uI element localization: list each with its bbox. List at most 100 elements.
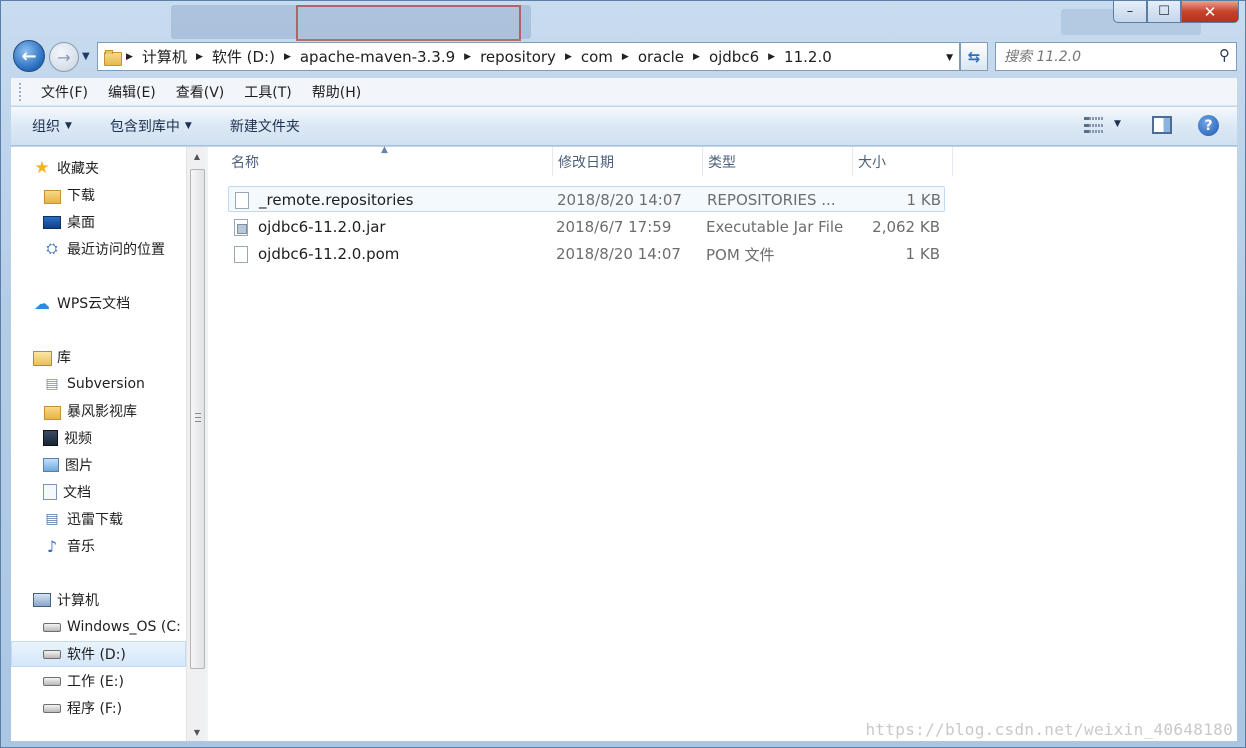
close-button[interactable]: ✕ [1181,1,1239,23]
nav-favorites[interactable]: ★ 收藏夹 [33,155,186,181]
title-bar[interactable]: – ☐ ✕ [1,1,1245,41]
refresh-button[interactable]: ⇆ [960,42,988,71]
breadcrumb-sep-root[interactable]: ▶ [126,52,142,62]
breadcrumb-oracle[interactable]: oracle [638,48,684,66]
view-line [1084,130,1104,133]
drive-icon [43,703,61,713]
nav-item-videos[interactable]: 视频 [43,425,186,451]
breadcrumb-drive-d[interactable]: 软件 (D:) [212,46,275,67]
file-type: POM 文件 [706,245,775,264]
nav-item-recent[interactable]: ⛭ 最近访问的位置 [43,236,186,262]
breadcrumb-maven[interactable]: apache-maven-3.3.9 [300,48,455,66]
nav-item-label: 程序 (F:) [67,701,123,717]
folder-icon [43,403,61,420]
nav-pane-scrollbar[interactable]: ▲ ▼ [186,147,206,741]
breadcrumb-item: 11.2.0 [784,48,832,66]
column-header-modified[interactable]: 修改日期 [553,147,703,176]
organize-button[interactable]: 组织 ▼ [23,116,81,136]
table-row[interactable]: ojdbc6-11.2.0.pom 2018/8/20 14:07 POM 文件… [228,241,945,267]
breadcrumb-repository[interactable]: repository [480,48,556,66]
nav-item-drive-d[interactable]: 软件 (D:) [11,641,186,667]
address-history-dropdown[interactable]: ▼ [946,53,953,63]
file-name-cell: ojdbc6-11.2.0.jar [234,214,544,240]
file-modified: 2018/8/20 14:07 [556,245,681,263]
nav-item-label: 暴风影视库 [67,404,137,420]
nav-item-baofeng[interactable]: 暴风影视库 [43,398,186,424]
file-name: _remote.repositories [259,191,414,209]
table-row[interactable]: ojdbc6-11.2.0.jar 2018/6/7 17:59 Executa… [228,214,945,240]
nav-computer[interactable]: 计算机 [33,587,186,613]
back-button[interactable]: ← [13,40,45,72]
scroll-up-arrow-icon[interactable]: ▲ [187,147,207,165]
breadcrumb-item: 软件 (D:) ▶ [212,46,300,67]
menu-tools[interactable]: 工具(T) [234,82,301,102]
include-in-library-button[interactable]: 包含到库中 ▼ [101,116,201,136]
nav-item-pictures[interactable]: 图片 [43,452,186,478]
nav-item-documents[interactable]: 文档 [43,479,186,505]
new-folder-button[interactable]: 新建文件夹 [221,116,309,136]
menu-file[interactable]: 文件(F) [31,82,98,102]
pictures-library-icon [43,458,59,472]
chevron-right-icon[interactable]: ▶ [196,52,203,62]
chevron-right-icon[interactable]: ▶ [565,52,572,62]
column-header-name[interactable]: 名称 ▲ [208,145,553,176]
nav-item-drive-c[interactable]: Windows_OS (C: [43,614,186,640]
highlight-box [296,5,521,41]
system-drive-icon [43,622,61,632]
nav-item-label: 软件 (D:) [67,647,126,663]
nav-item-music[interactable]: ♪ 音乐 [43,533,186,559]
help-icon[interactable]: ? [1198,115,1219,136]
arrow-right-icon: → [57,47,71,67]
search-icon[interactable]: ⚲ [1219,46,1230,64]
table-row[interactable]: _remote.repositories 2018/8/20 14:07 REP… [228,186,945,212]
chevron-right-icon[interactable]: ▶ [284,52,291,62]
breadcrumb-com[interactable]: com [581,48,613,66]
nav-item-downloads[interactable]: 下载 [43,182,186,208]
chevron-right-icon[interactable]: ▶ [768,52,775,62]
breadcrumb-version[interactable]: 11.2.0 [784,48,832,66]
nav-libraries-label: 库 [57,350,71,366]
nav-item-desktop[interactable]: 桌面 [43,209,186,235]
maximize-button[interactable]: ☐ [1147,1,1181,23]
breadcrumb-ojdbc6[interactable]: ojdbc6 [709,48,759,66]
breadcrumb-computer[interactable]: 计算机 [142,46,187,67]
chevron-right-icon[interactable]: ▶ [622,52,629,62]
file-type: REPOSITORIES ... [707,191,836,209]
menu-help[interactable]: 帮助(H) [302,82,371,102]
nav-item-drive-e[interactable]: 工作 (E:) [43,668,186,694]
nav-item-label: 文档 [63,485,91,501]
menu-edit[interactable]: 编辑(E) [98,82,166,102]
nav-wps-cloud[interactable]: ☁ WPS云文档 [33,290,186,316]
drive-icon [43,676,61,686]
refresh-icon: ⇆ [967,47,981,66]
nav-item-label: Windows_OS (C: [67,619,181,635]
downloads-folder-icon [43,187,61,204]
preview-pane-icon[interactable] [1152,116,1172,134]
nav-item-xunlei[interactable]: ▤ 迅雷下载 [43,506,186,532]
address-bar[interactable]: ▶ 计算机 ▶ 软件 (D:) ▶ apache-maven-3.3.9 ▶ repo… [97,42,960,71]
column-header-type[interactable]: 类型 [703,147,853,176]
search-input[interactable] [1004,48,1204,65]
scrollbar-thumb[interactable] [190,169,205,669]
nav-wps-label: WPS云文档 [57,296,131,312]
nav-item-label: 桌面 [67,215,95,231]
view-dropdown-chevron-icon[interactable]: ▼ [1114,119,1121,129]
nav-libraries[interactable]: 库 [33,344,186,370]
column-header-size[interactable]: 大小 [853,147,953,176]
scroll-down-arrow-icon[interactable]: ▼ [187,723,207,741]
chevron-right-icon[interactable]: ▶ [693,52,700,62]
minimize-button[interactable]: – [1113,1,1147,23]
search-box[interactable]: ⚲ [995,42,1237,71]
explorer-window: – ☐ ✕ ← → ▼ ▶ 计算机 ▶ 软件 (D:) ▶ apache-maven… [0,0,1246,748]
nav-item-subversion[interactable]: ▤ Subversion [43,371,186,397]
view-options-icon[interactable] [1084,117,1104,133]
chevron-right-icon[interactable]: ▶ [464,52,471,62]
forward-button[interactable]: → [49,42,79,72]
jar-file-icon [234,218,248,236]
menu-view[interactable]: 查看(V) [166,82,235,102]
breadcrumb-item: apache-maven-3.3.9 ▶ [300,48,480,66]
menu-grip [19,82,23,101]
recent-pages-dropdown[interactable]: ▼ [82,51,90,62]
folder-icon [104,49,122,66]
nav-item-drive-f[interactable]: 程序 (F:) [43,695,186,721]
